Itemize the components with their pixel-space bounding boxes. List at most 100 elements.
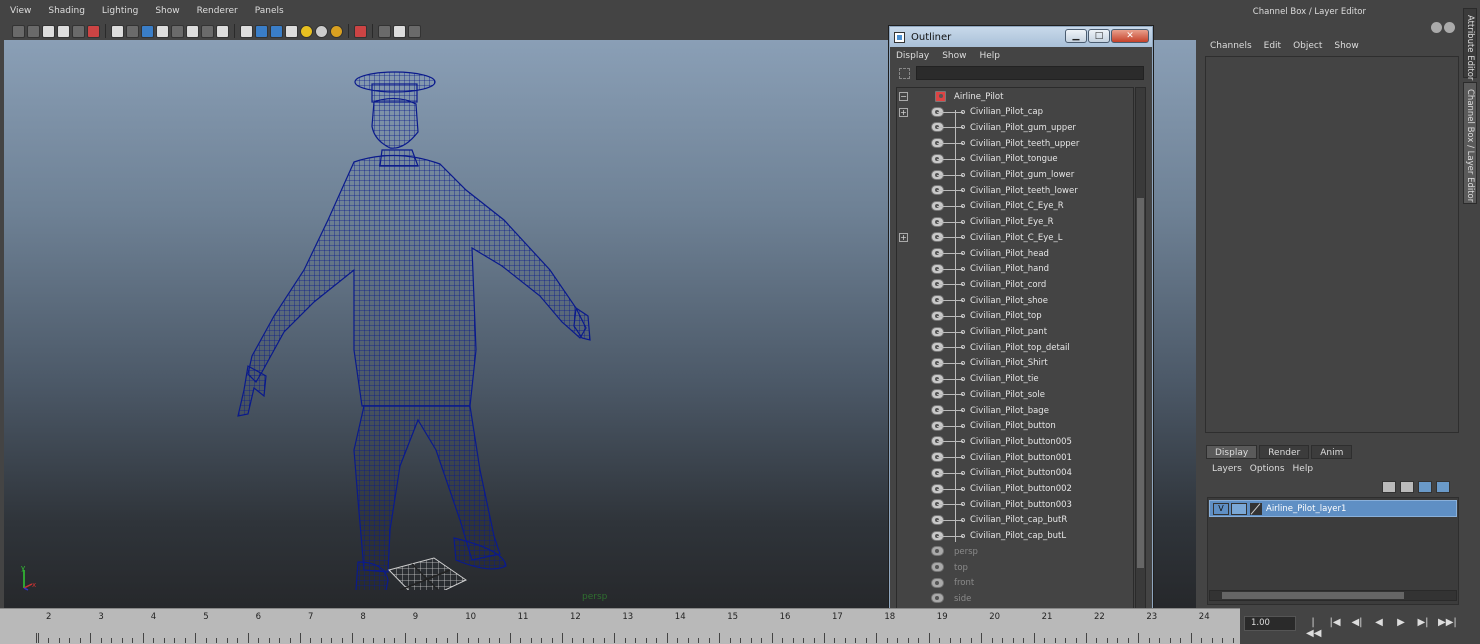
outliner-item[interactable]: Civilian_Pilot_top_detail <box>897 340 1133 355</box>
hud-icon[interactable] <box>393 24 406 38</box>
camera-attributes-icon[interactable] <box>27 24 40 38</box>
maximize-button[interactable]: □ <box>1088 29 1110 43</box>
xray-joints-icon[interactable] <box>378 24 391 38</box>
layer-name[interactable]: Airline_Pilot_layer1 <box>1266 504 1346 514</box>
select-camera-icon[interactable] <box>12 24 25 38</box>
outliner-item[interactable]: Civilian_Pilot_button003 <box>897 497 1133 512</box>
shadows-icon[interactable] <box>330 24 343 38</box>
outliner-item[interactable]: Civilian_Pilot_gum_upper <box>897 120 1133 135</box>
outliner-item[interactable]: Civilian_Pilot_sole <box>897 387 1133 402</box>
tab-render[interactable]: Render <box>1259 445 1310 459</box>
channel-box-side-tab[interactable]: Channel Box / Layer Editor <box>1463 82 1477 204</box>
wireframe-on-shaded-icon[interactable] <box>186 24 199 38</box>
outliner-menu-help[interactable]: Help <box>979 51 1000 61</box>
default-light-icon[interactable] <box>300 24 313 38</box>
menu-show[interactable]: Show <box>146 6 187 16</box>
outliner-item-root[interactable]: − Airline_Pilot <box>897 89 1133 104</box>
current-frame-field[interactable]: 1.00 <box>1244 616 1296 631</box>
outliner-item[interactable]: Civilian_Pilot_button004 <box>897 466 1133 481</box>
outliner-item[interactable]: Civilian_Pilot_Shirt <box>897 356 1133 371</box>
attribute-editor-side-tab[interactable]: Attribute Editor <box>1463 8 1477 80</box>
outliner-item[interactable]: Civilian_Pilot_teeth_upper <box>897 136 1133 151</box>
bounding-box-icon[interactable] <box>156 24 169 38</box>
channel-box-panel[interactable] <box>1205 56 1459 433</box>
outliner-item-camera[interactable]: front <box>897 576 1133 591</box>
layer-color-swatch[interactable] <box>1250 502 1262 515</box>
create-empty-layer-icon[interactable] <box>1418 481 1432 493</box>
checker-icon[interactable] <box>285 24 298 38</box>
minimize-button[interactable]: ▁ <box>1065 29 1087 43</box>
channel-box-toggle-icon[interactable] <box>1431 22 1442 33</box>
expand-toggle[interactable]: + <box>899 107 908 117</box>
flat-shade-icon[interactable] <box>141 24 154 38</box>
channel-box-layout-icon[interactable] <box>1444 22 1455 33</box>
move-layer-down-icon[interactable] <box>1400 481 1414 493</box>
outliner-item[interactable]: Civilian_Pilot_button001 <box>897 450 1133 465</box>
outliner-search-input[interactable] <box>916 66 1144 80</box>
layer-display-type-toggle[interactable] <box>1231 502 1247 515</box>
wireframe-icon[interactable] <box>111 24 124 38</box>
outliner-item[interactable]: Civilian_Pilot_top <box>897 309 1133 324</box>
step-back-key-button[interactable]: |◀ <box>1328 617 1342 639</box>
play-forwards-button[interactable]: ▶ <box>1394 617 1408 639</box>
step-back-frame-button[interactable]: ◀| <box>1350 617 1364 639</box>
menu-shading[interactable]: Shading <box>39 6 93 16</box>
time-slider[interactable]: 2 3 4 5 6 7 8 9 10 11 12 13 14 15 16 17 18 19 20 21 22 23 24 <box>0 608 1240 644</box>
channel-box-menu-channels[interactable]: Channels <box>1210 41 1252 51</box>
outliner-title-bar[interactable]: Outliner ▁ □ ✕ <box>890 27 1152 47</box>
close-button[interactable]: ✕ <box>1111 29 1149 43</box>
outliner-item[interactable]: Civilian_Pilot_button002 <box>897 482 1133 497</box>
layer-menu-options[interactable]: Options <box>1250 464 1285 474</box>
outliner-item[interactable]: Civilian_Pilot_shoe <box>897 293 1133 308</box>
image-plane-icon[interactable] <box>57 24 70 38</box>
grid-icon[interactable] <box>72 24 85 38</box>
outliner-item[interactable]: + Civilian_Pilot_C_Eye_L <box>897 230 1133 245</box>
bookmarks-icon[interactable] <box>42 24 55 38</box>
outliner-item[interactable]: + Civilian_Pilot_cap <box>897 105 1133 120</box>
layer-horizontal-scrollbar[interactable] <box>1209 590 1457 601</box>
menu-renderer[interactable]: Renderer <box>188 6 246 16</box>
outliner-item[interactable]: Civilian_Pilot_hand <box>897 262 1133 277</box>
outliner-tree[interactable]: − Airline_Pilot + Civilian_Pilot_cap Civilia… <box>896 87 1134 621</box>
outliner-vertical-scrollbar[interactable] <box>1135 87 1146 621</box>
outliner-item[interactable]: Civilian_Pilot_tie <box>897 372 1133 387</box>
cube-icon[interactable] <box>240 24 253 38</box>
outliner-item[interactable]: Civilian_Pilot_teeth_lower <box>897 183 1133 198</box>
outliner-item[interactable]: Civilian_Pilot_cap_butL <box>897 529 1133 544</box>
texture-icon[interactable] <box>216 24 229 38</box>
shaded-cube-icon[interactable] <box>255 24 268 38</box>
channel-box-menu-object[interactable]: Object <box>1293 41 1322 51</box>
outliner-item-camera[interactable]: side <box>897 591 1133 606</box>
menu-view[interactable]: View <box>0 6 39 16</box>
outliner-item[interactable]: Civilian_Pilot_cap_butR <box>897 513 1133 528</box>
pilot-wireframe-model[interactable] <box>204 70 604 590</box>
go-to-end-button[interactable]: ▶▶| <box>1438 617 1457 639</box>
outliner-item[interactable]: Civilian_Pilot_bage <box>897 403 1133 418</box>
outliner-item[interactable]: Civilian_Pilot_Eye_R <box>897 215 1133 230</box>
outliner-menu-show[interactable]: Show <box>942 51 966 61</box>
outliner-menu-display[interactable]: Display <box>896 51 929 61</box>
outliner-item[interactable]: Civilian_Pilot_button <box>897 419 1133 434</box>
filter-icon[interactable] <box>899 67 910 79</box>
step-forward-frame-button[interactable]: ▶| <box>1416 617 1430 639</box>
film-gate-icon[interactable] <box>87 24 100 38</box>
expand-toggle[interactable]: + <box>899 233 908 243</box>
outliner-item[interactable]: Civilian_Pilot_C_Eye_R <box>897 199 1133 214</box>
outliner-item[interactable]: Civilian_Pilot_button005 <box>897 434 1133 449</box>
create-layer-from-selected-icon[interactable] <box>1436 481 1450 493</box>
channel-box-menu-show[interactable]: Show <box>1334 41 1358 51</box>
isolate-select-icon[interactable] <box>354 24 367 38</box>
outliner-item[interactable]: Civilian_Pilot_tongue <box>897 152 1133 167</box>
play-backwards-button[interactable]: ◀ <box>1372 617 1386 639</box>
outliner-item[interactable]: Civilian_Pilot_head <box>897 246 1133 261</box>
outliner-item[interactable]: Civilian_Pilot_gum_lower <box>897 168 1133 183</box>
outliner-item[interactable]: Civilian_Pilot_pant <box>897 325 1133 340</box>
menu-lighting[interactable]: Lighting <box>93 6 146 16</box>
expand-toggle[interactable]: − <box>899 92 908 101</box>
go-to-start-button[interactable]: |◀◀ <box>1306 617 1321 639</box>
textured-cube-icon[interactable] <box>270 24 283 38</box>
layer-menu-layers[interactable]: Layers <box>1212 464 1242 474</box>
xray-icon[interactable] <box>201 24 214 38</box>
tab-anim[interactable]: Anim <box>1311 445 1353 459</box>
resolution-gate-icon[interactable] <box>408 24 421 38</box>
